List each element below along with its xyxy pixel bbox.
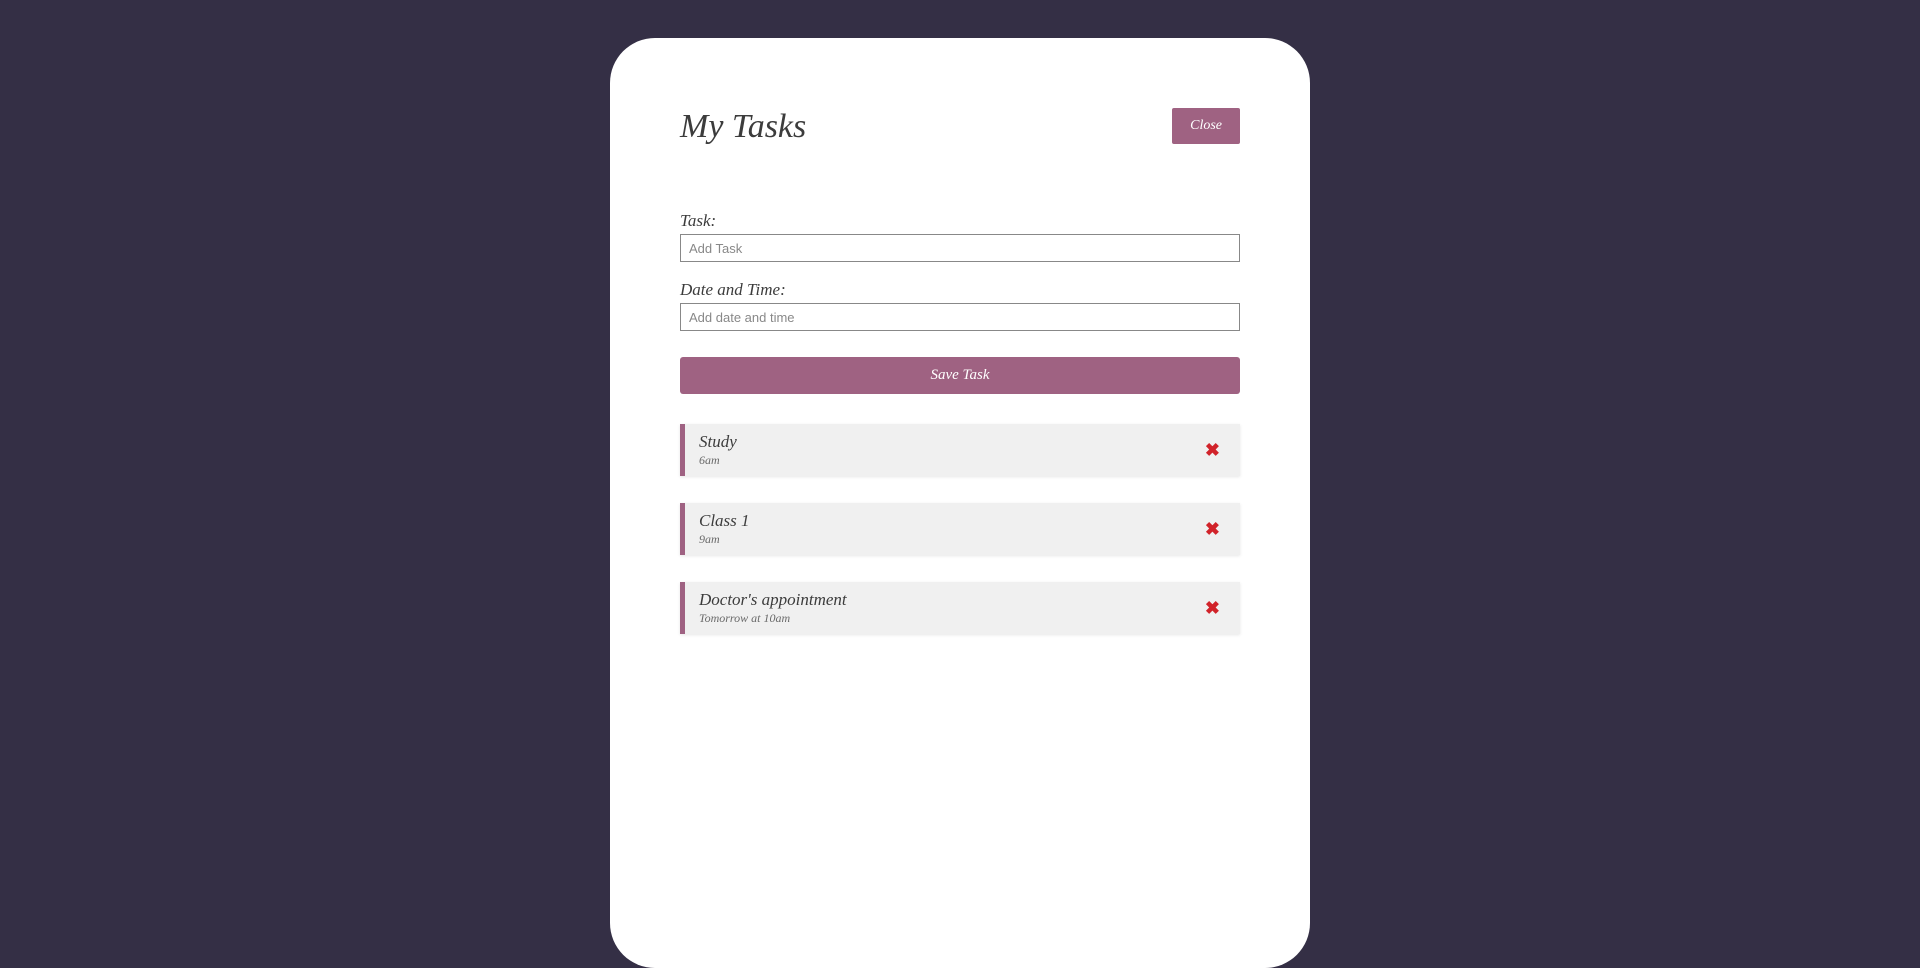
task-time: 9am <box>699 532 1199 547</box>
task-time: 6am <box>699 453 1199 468</box>
delete-icon[interactable]: ✖ <box>1199 598 1226 619</box>
task-item[interactable]: Doctor's appointment Tomorrow at 10am ✖ <box>680 582 1240 634</box>
task-content: Study 6am <box>699 432 1199 468</box>
task-label: Task: <box>680 211 1240 231</box>
task-name: Study <box>699 432 1199 452</box>
task-input[interactable] <box>680 234 1240 262</box>
delete-icon[interactable]: ✖ <box>1199 440 1226 461</box>
task-name: Doctor's appointment <box>699 590 1199 610</box>
task-content: Doctor's appointment Tomorrow at 10am <box>699 590 1199 626</box>
datetime-field-group: Date and Time: <box>680 280 1240 331</box>
task-field-group: Task: <box>680 211 1240 262</box>
delete-icon[interactable]: ✖ <box>1199 519 1226 540</box>
datetime-label: Date and Time: <box>680 280 1240 300</box>
task-item[interactable]: Class 1 9am ✖ <box>680 503 1240 555</box>
datetime-input[interactable] <box>680 303 1240 331</box>
task-item[interactable]: Study 6am ✖ <box>680 424 1240 476</box>
save-task-button[interactable]: Save Task <box>680 357 1240 394</box>
task-list: Study 6am ✖ Class 1 9am ✖ Doctor's appoi… <box>680 424 1240 634</box>
task-form: Task: Date and Time: Save Task <box>680 211 1240 394</box>
modal-title: My Tasks <box>680 108 806 146</box>
task-modal: My Tasks Close Task: Date and Time: Save… <box>610 38 1310 968</box>
task-name: Class 1 <box>699 511 1199 531</box>
close-button[interactable]: Close <box>1172 108 1240 144</box>
task-content: Class 1 9am <box>699 511 1199 547</box>
task-time: Tomorrow at 10am <box>699 611 1199 626</box>
modal-header: My Tasks Close <box>680 108 1240 146</box>
